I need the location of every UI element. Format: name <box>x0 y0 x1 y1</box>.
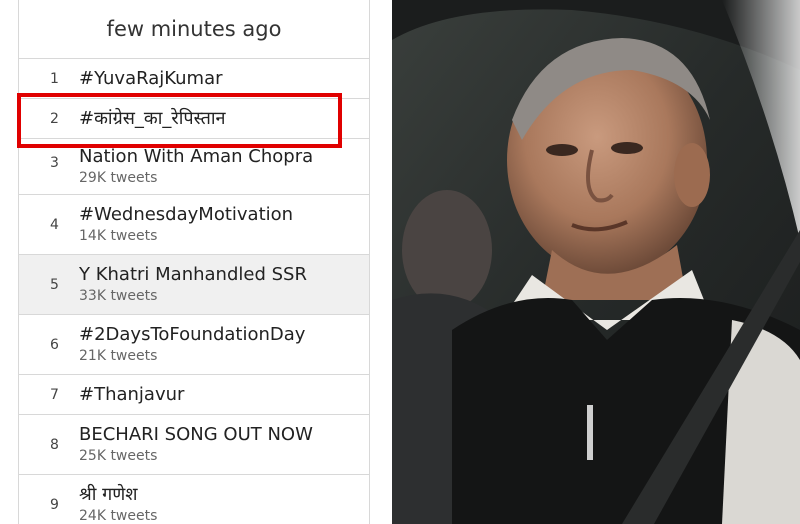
trend-item[interactable]: 7 #Thanjavur <box>19 375 369 415</box>
trend-name: #कांग्रेस_का_रेपिस्तान <box>79 107 226 129</box>
trend-item[interactable]: 3 Nation With Aman Chopra 29K tweets <box>19 139 369 195</box>
trend-name: श्री गणेश <box>79 484 138 505</box>
person-photo <box>392 0 800 524</box>
trend-tweet-count: 33K tweets <box>79 288 158 304</box>
trend-name: #WednesdayMotivation <box>79 204 294 225</box>
trend-name: #2DaysToFoundationDay <box>79 324 306 345</box>
trend-rank: 9 <box>50 497 59 513</box>
trend-name: Y Khatri Manhandled SSR <box>79 264 307 285</box>
trend-item[interactable]: 1 #YuvaRajKumar <box>19 59 369 99</box>
trend-item[interactable]: 4 #WednesdayMotivation 14K tweets <box>19 195 369 255</box>
trend-rank: 1 <box>50 71 59 87</box>
trend-item[interactable]: 6 #2DaysToFoundationDay 21K tweets <box>19 315 369 375</box>
trend-item[interactable]: 8 BECHARI SONG OUT NOW 25K tweets <box>19 415 369 475</box>
trends-header: few minutes ago <box>19 0 369 59</box>
trend-name: Nation With Aman Chopra <box>79 146 314 167</box>
trend-rank: 8 <box>50 437 59 453</box>
trend-item[interactable]: 2 #कांग्रेस_का_रेपिस्तान <box>19 99 369 139</box>
photo-illustration <box>392 0 800 524</box>
trend-item[interactable]: 9 श्री गणेश 24K tweets <box>19 475 369 524</box>
trend-tweet-count: 24K tweets <box>79 508 158 524</box>
trend-tweet-count: 25K tweets <box>79 448 158 464</box>
trend-tweet-count: 14K tweets <box>79 228 158 244</box>
trend-tweet-count: 21K tweets <box>79 348 158 364</box>
trend-rank: 5 <box>50 277 59 293</box>
trend-name: #YuvaRajKumar <box>79 67 223 89</box>
trend-tweet-count: 29K tweets <box>79 170 158 186</box>
trend-rank: 4 <box>50 217 59 233</box>
trend-name: BECHARI SONG OUT NOW <box>79 424 313 445</box>
trend-rank: 2 <box>50 111 59 127</box>
trend-name: #Thanjavur <box>79 383 185 405</box>
trend-rank: 7 <box>50 387 59 403</box>
trend-item[interactable]: 5 Y Khatri Manhandled SSR 33K tweets <box>19 255 369 315</box>
trends-panel: few minutes ago 1 #YuvaRajKumar 2 #कांग्… <box>18 0 370 524</box>
trend-rank: 3 <box>50 155 59 171</box>
trend-rank: 6 <box>50 337 59 353</box>
